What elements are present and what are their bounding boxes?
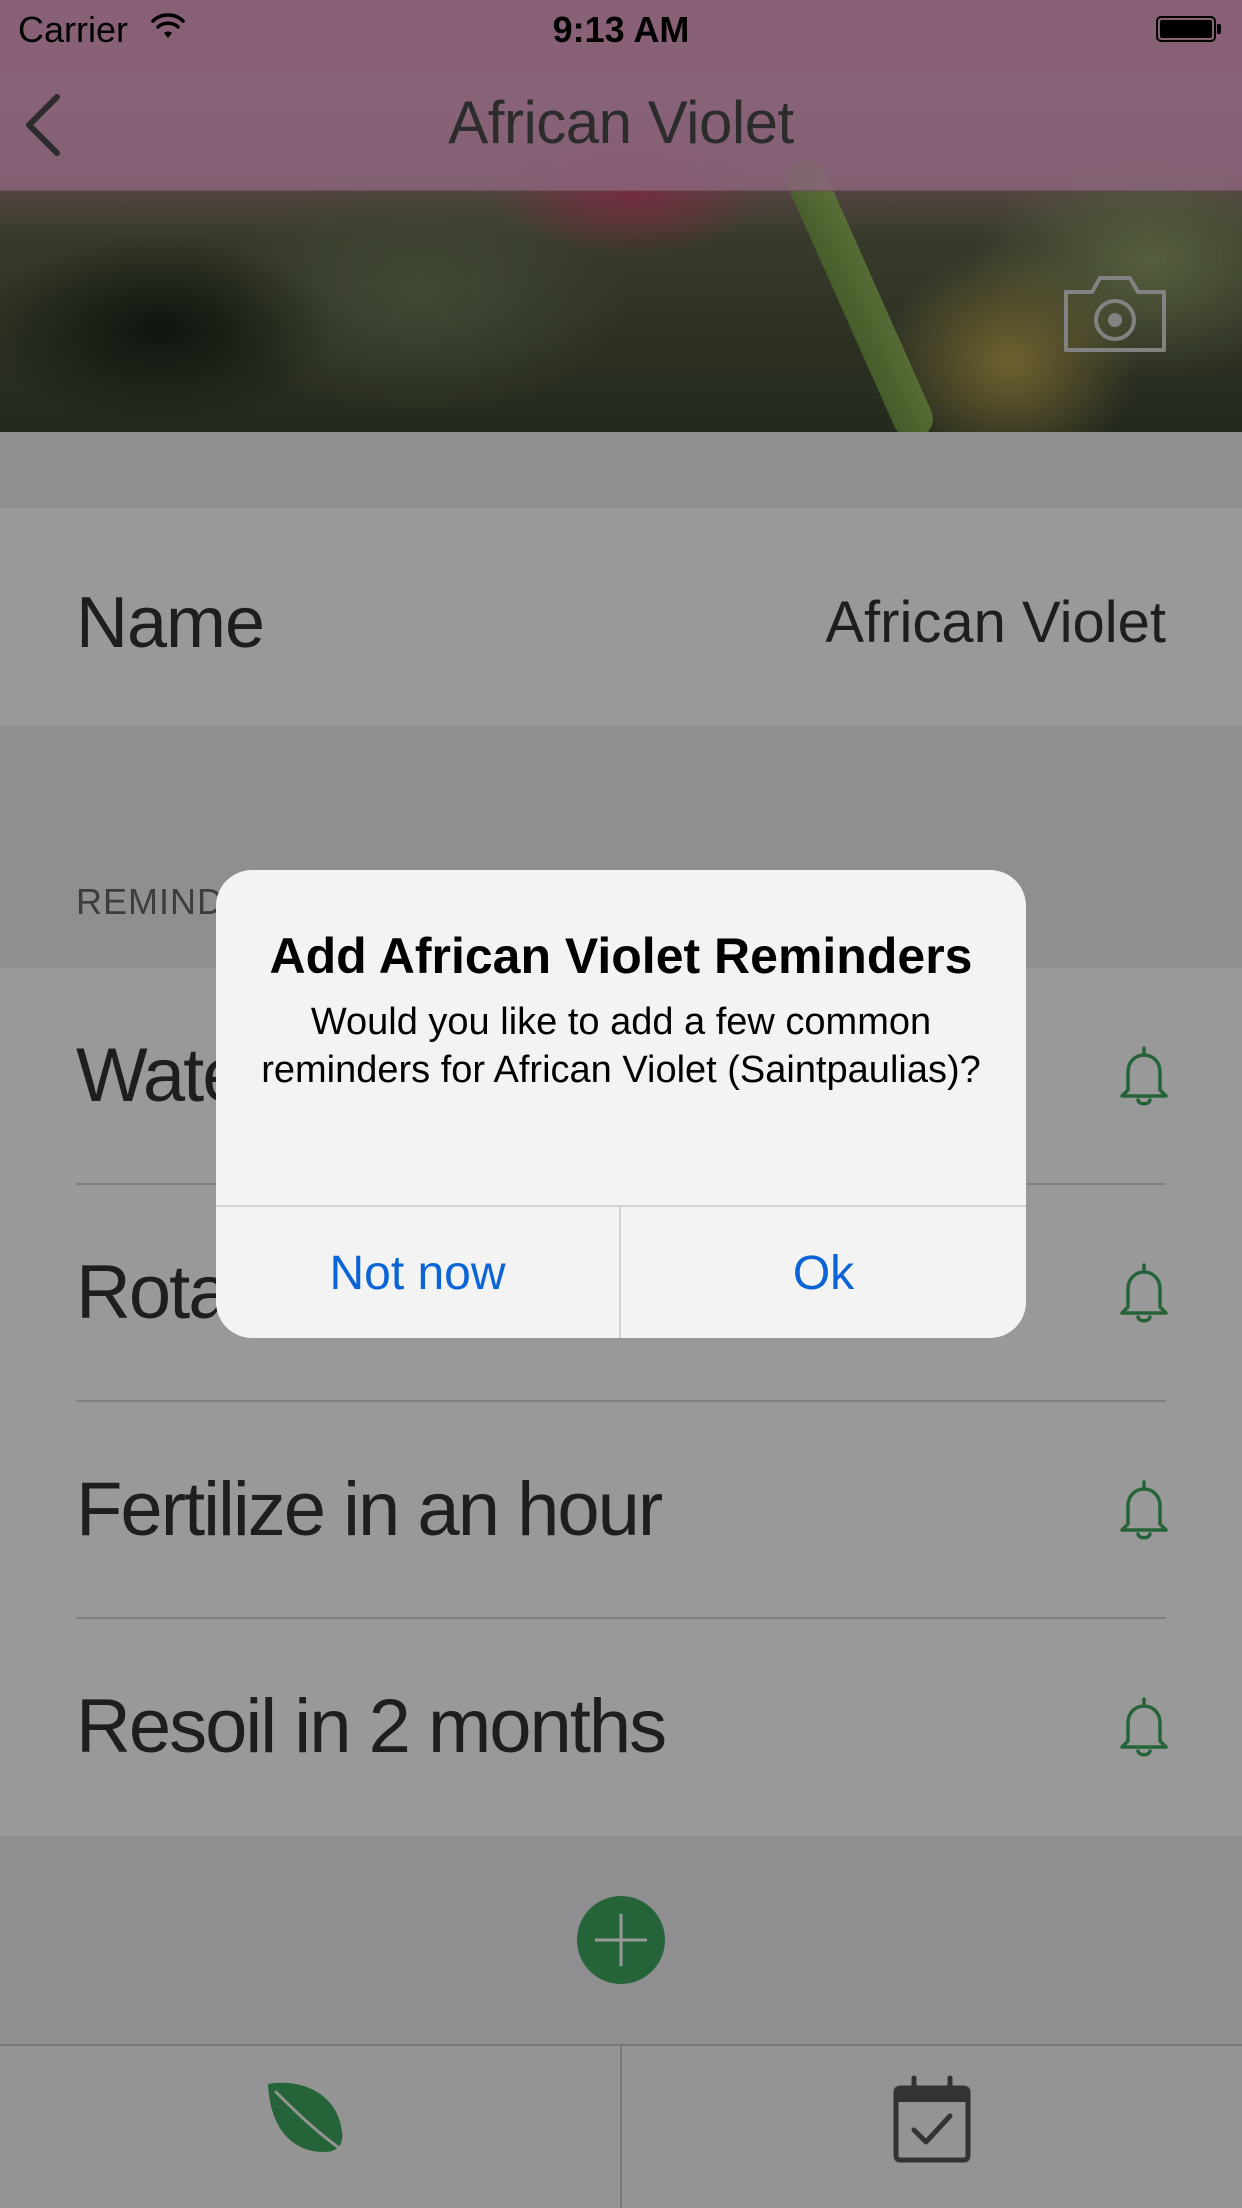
add-reminders-alert: Add African Violet Reminders Would you l…: [216, 870, 1026, 1338]
alert-button-row: Not now Ok: [216, 1205, 1026, 1338]
status-time: 9:13 AM: [552, 9, 690, 50]
status-bar: Carrier 9:13 AM: [0, 0, 1242, 60]
app-screen: African Violet Name African Violet REMIN…: [0, 0, 1242, 2208]
battery-icon: [1156, 16, 1222, 44]
not-now-button[interactable]: Not now: [216, 1207, 621, 1338]
alert-title: Add African Violet Reminders: [269, 928, 973, 984]
alert-message: Would you like to add a few common remin…: [261, 1001, 981, 1091]
ok-button[interactable]: Ok: [621, 1207, 1026, 1338]
